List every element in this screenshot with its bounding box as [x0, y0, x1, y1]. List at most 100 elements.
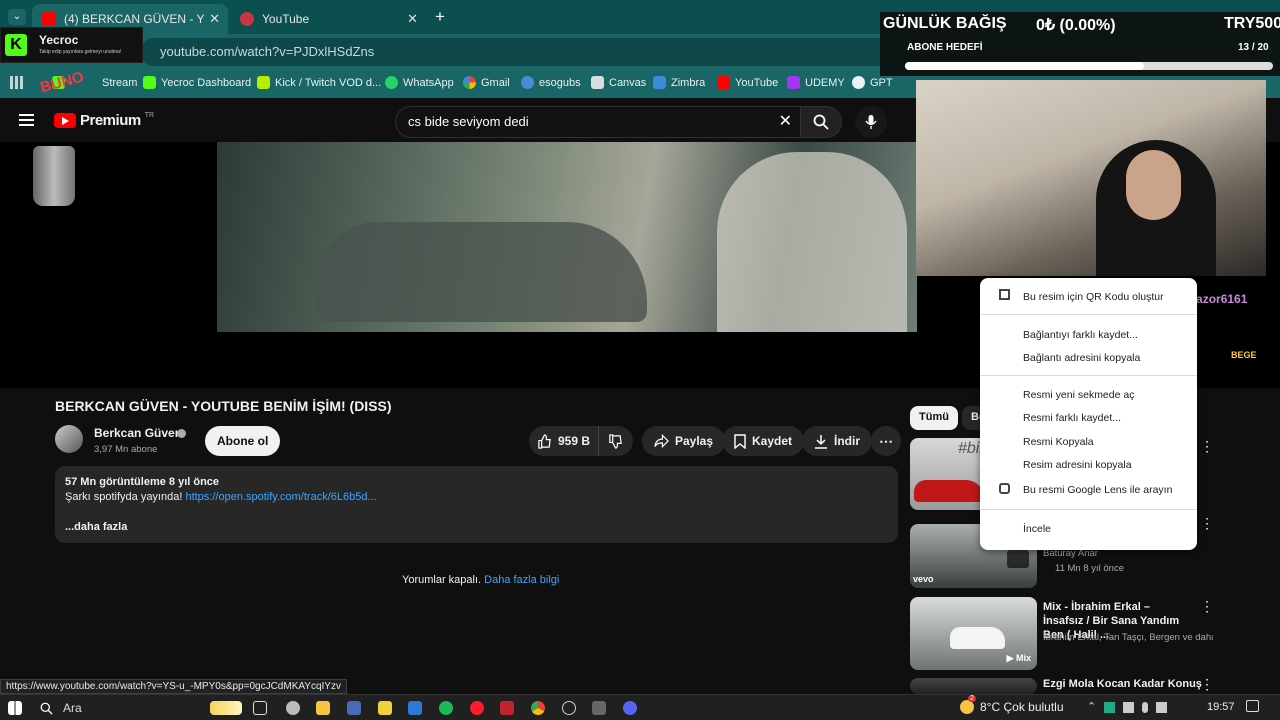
vevo-badge: vevo: [913, 574, 934, 584]
menu-item-copy-image[interactable]: Resmi Kopyala: [1023, 436, 1094, 448]
kick-logo-icon: K: [5, 34, 27, 56]
taskbar: Ara 2 8°C Çok bulutlu ⌃ 19:57: [0, 694, 1280, 720]
search-input[interactable]: cs bide seviyom dedi ✕: [395, 106, 805, 138]
show-more-link[interactable]: ...daha fazla: [65, 520, 888, 535]
video-title: BERKCAN GÜVEN - YOUTUBE BENİM İŞİM! (DIS…: [55, 398, 392, 414]
tray-chevron-icon[interactable]: ⌃: [1087, 700, 1096, 713]
tab-search-button[interactable]: ⌄: [8, 9, 26, 25]
system-tray[interactable]: ⌃: [1087, 700, 1168, 713]
video-frame[interactable]: [217, 142, 917, 332]
menu-separator: [980, 314, 1197, 315]
related-menu-icon[interactable]: ⋮: [1200, 598, 1214, 615]
channel-name[interactable]: Berkcan Güven: [94, 426, 182, 440]
bookmark-gpt[interactable]: GPT: [852, 76, 893, 89]
video-car-shape: [317, 222, 647, 322]
menu-item-open-image[interactable]: Resmi yeni sekmede aç: [1023, 389, 1134, 401]
weather-widget[interactable]: 2 8°C Çok bulutlu: [960, 695, 1064, 714]
bookmark-zimbra[interactable]: Zimbra: [653, 76, 705, 89]
related-title-4[interactable]: Ezgi Mola Kocan Kadar Konuş: [1043, 677, 1223, 691]
like-button[interactable]: 959 B: [529, 426, 598, 456]
related-menu-icon[interactable]: ⋮: [1200, 676, 1214, 693]
google-icon: [463, 76, 476, 89]
menu-item-inspect[interactable]: İncele: [1023, 523, 1051, 535]
playlist-icon: [1007, 550, 1029, 568]
save-button[interactable]: Kaydet: [722, 426, 805, 456]
menu-icon[interactable]: [19, 114, 34, 126]
tab-youtube[interactable]: YouTube ✕: [230, 4, 426, 34]
spotify-icon[interactable]: [439, 701, 453, 715]
voice-search-button[interactable]: [855, 106, 887, 138]
menu-item-save-link[interactable]: Bağlantıyı farklı kaydet...: [1023, 329, 1138, 341]
region-label: TR: [144, 112, 155, 119]
bookmark-whatsapp[interactable]: WhatsApp: [385, 76, 454, 89]
chip-all[interactable]: Tümü: [910, 406, 958, 430]
donation-label: GÜNLÜK BAĞIŞ: [883, 15, 1007, 32]
opera-icon[interactable]: [470, 701, 484, 715]
channel-avatar[interactable]: [55, 425, 83, 453]
search-button[interactable]: [800, 106, 842, 138]
description-box[interactable]: 57 Mn görüntüleme 8 yıl önce Şarkı spoti…: [55, 466, 898, 543]
network-icon[interactable]: [1123, 702, 1135, 713]
share-button[interactable]: Paylaş: [642, 426, 726, 456]
zimbra-icon: [653, 76, 666, 89]
related-menu-icon[interactable]: ⋮: [1200, 515, 1214, 532]
kick-icon: [257, 76, 270, 89]
calculator-icon[interactable]: [592, 701, 606, 715]
menu-item-google-lens[interactable]: Bu resmi Google Lens ile arayın: [1023, 484, 1172, 496]
clock[interactable]: 19:57: [1207, 701, 1235, 713]
volume-icon[interactable]: [1156, 702, 1168, 713]
apps-grid-icon[interactable]: [10, 76, 23, 89]
windows-start-icon[interactable]: [8, 701, 22, 715]
more-actions-button[interactable]: ⋯: [871, 426, 901, 456]
address-bar[interactable]: youtube.com/watch?v=PJDxlHSdZns: [140, 38, 900, 66]
bookmark-yecroc[interactable]: Yecroc Dashboard: [143, 76, 251, 89]
related-thumb-4[interactable]: [910, 678, 1037, 694]
related-thumb-3[interactable]: ▶ Mix: [910, 597, 1037, 670]
youtube-logo[interactable]: Premium TR: [54, 112, 154, 129]
white-car-shape: [950, 627, 1005, 649]
game-launcher-icon[interactable]: [500, 701, 514, 715]
mail-icon[interactable]: [408, 701, 422, 715]
bookmark-youtube[interactable]: YouTube: [717, 76, 778, 89]
clock-app-icon[interactable]: [562, 701, 576, 715]
search-highlight-icon: [210, 701, 242, 715]
bookmark-gmail[interactable]: Gmail: [463, 76, 510, 89]
file-explorer-icon[interactable]: [316, 701, 330, 715]
dislike-button[interactable]: [598, 426, 633, 456]
glass-icon: [33, 146, 75, 206]
settings-icon[interactable]: [286, 701, 300, 715]
clear-search-icon[interactable]: ✕: [779, 111, 792, 131]
discord-icon[interactable]: [623, 701, 637, 715]
subscribe-button[interactable]: Abone ol: [205, 426, 281, 456]
youtube-play-icon: [54, 113, 76, 128]
spotify-link[interactable]: https://open.spotify.com/track/6L6b5d...: [185, 491, 376, 503]
security-icon[interactable]: [1104, 702, 1116, 713]
share-icon: [654, 434, 669, 448]
search-value: cs bide seviyom dedi: [408, 114, 529, 129]
bege-label: BEGE: [1231, 350, 1257, 360]
close-tab-icon[interactable]: ✕: [407, 11, 418, 27]
bookmark-esogubs[interactable]: esogubs: [521, 76, 581, 89]
task-view-icon[interactable]: [253, 701, 267, 715]
mix-badge: ▶ Mix: [1006, 653, 1031, 663]
app-icon[interactable]: [347, 701, 361, 715]
related-meta-3: İbrahim Erkal, Tan Taşçı, Bergen ve daha…: [1043, 632, 1213, 643]
bookmark-canvas[interactable]: Canvas: [591, 76, 646, 89]
download-button[interactable]: İndir: [802, 426, 872, 456]
thumb-car-shape: [914, 480, 984, 502]
microphone-tray-icon[interactable]: [1142, 702, 1149, 713]
close-tab-icon[interactable]: ✕: [209, 11, 220, 27]
menu-item-copy-image-address[interactable]: Resim adresini kopyala: [1023, 459, 1132, 471]
menu-item-save-image[interactable]: Resmi farklı kaydet...: [1023, 412, 1121, 424]
menu-item-qr[interactable]: Bu resim için QR Kodu oluştur: [1023, 291, 1164, 303]
bookmark-udemy[interactable]: UDEMY: [787, 76, 845, 89]
related-menu-icon[interactable]: ⋮: [1200, 438, 1214, 455]
taskbar-search[interactable]: Ara: [32, 698, 242, 718]
bookmark-kick-vod[interactable]: Kick / Twitch VOD d...: [257, 76, 381, 89]
new-tab-icon[interactable]: +: [435, 7, 445, 27]
learn-more-link[interactable]: Daha fazla bilgi: [484, 574, 559, 586]
notes-icon[interactable]: [378, 701, 392, 715]
menu-item-copy-link[interactable]: Bağlantı adresini kopyala: [1023, 352, 1140, 364]
chrome-icon[interactable]: [531, 701, 545, 715]
notifications-icon[interactable]: [1246, 700, 1259, 712]
